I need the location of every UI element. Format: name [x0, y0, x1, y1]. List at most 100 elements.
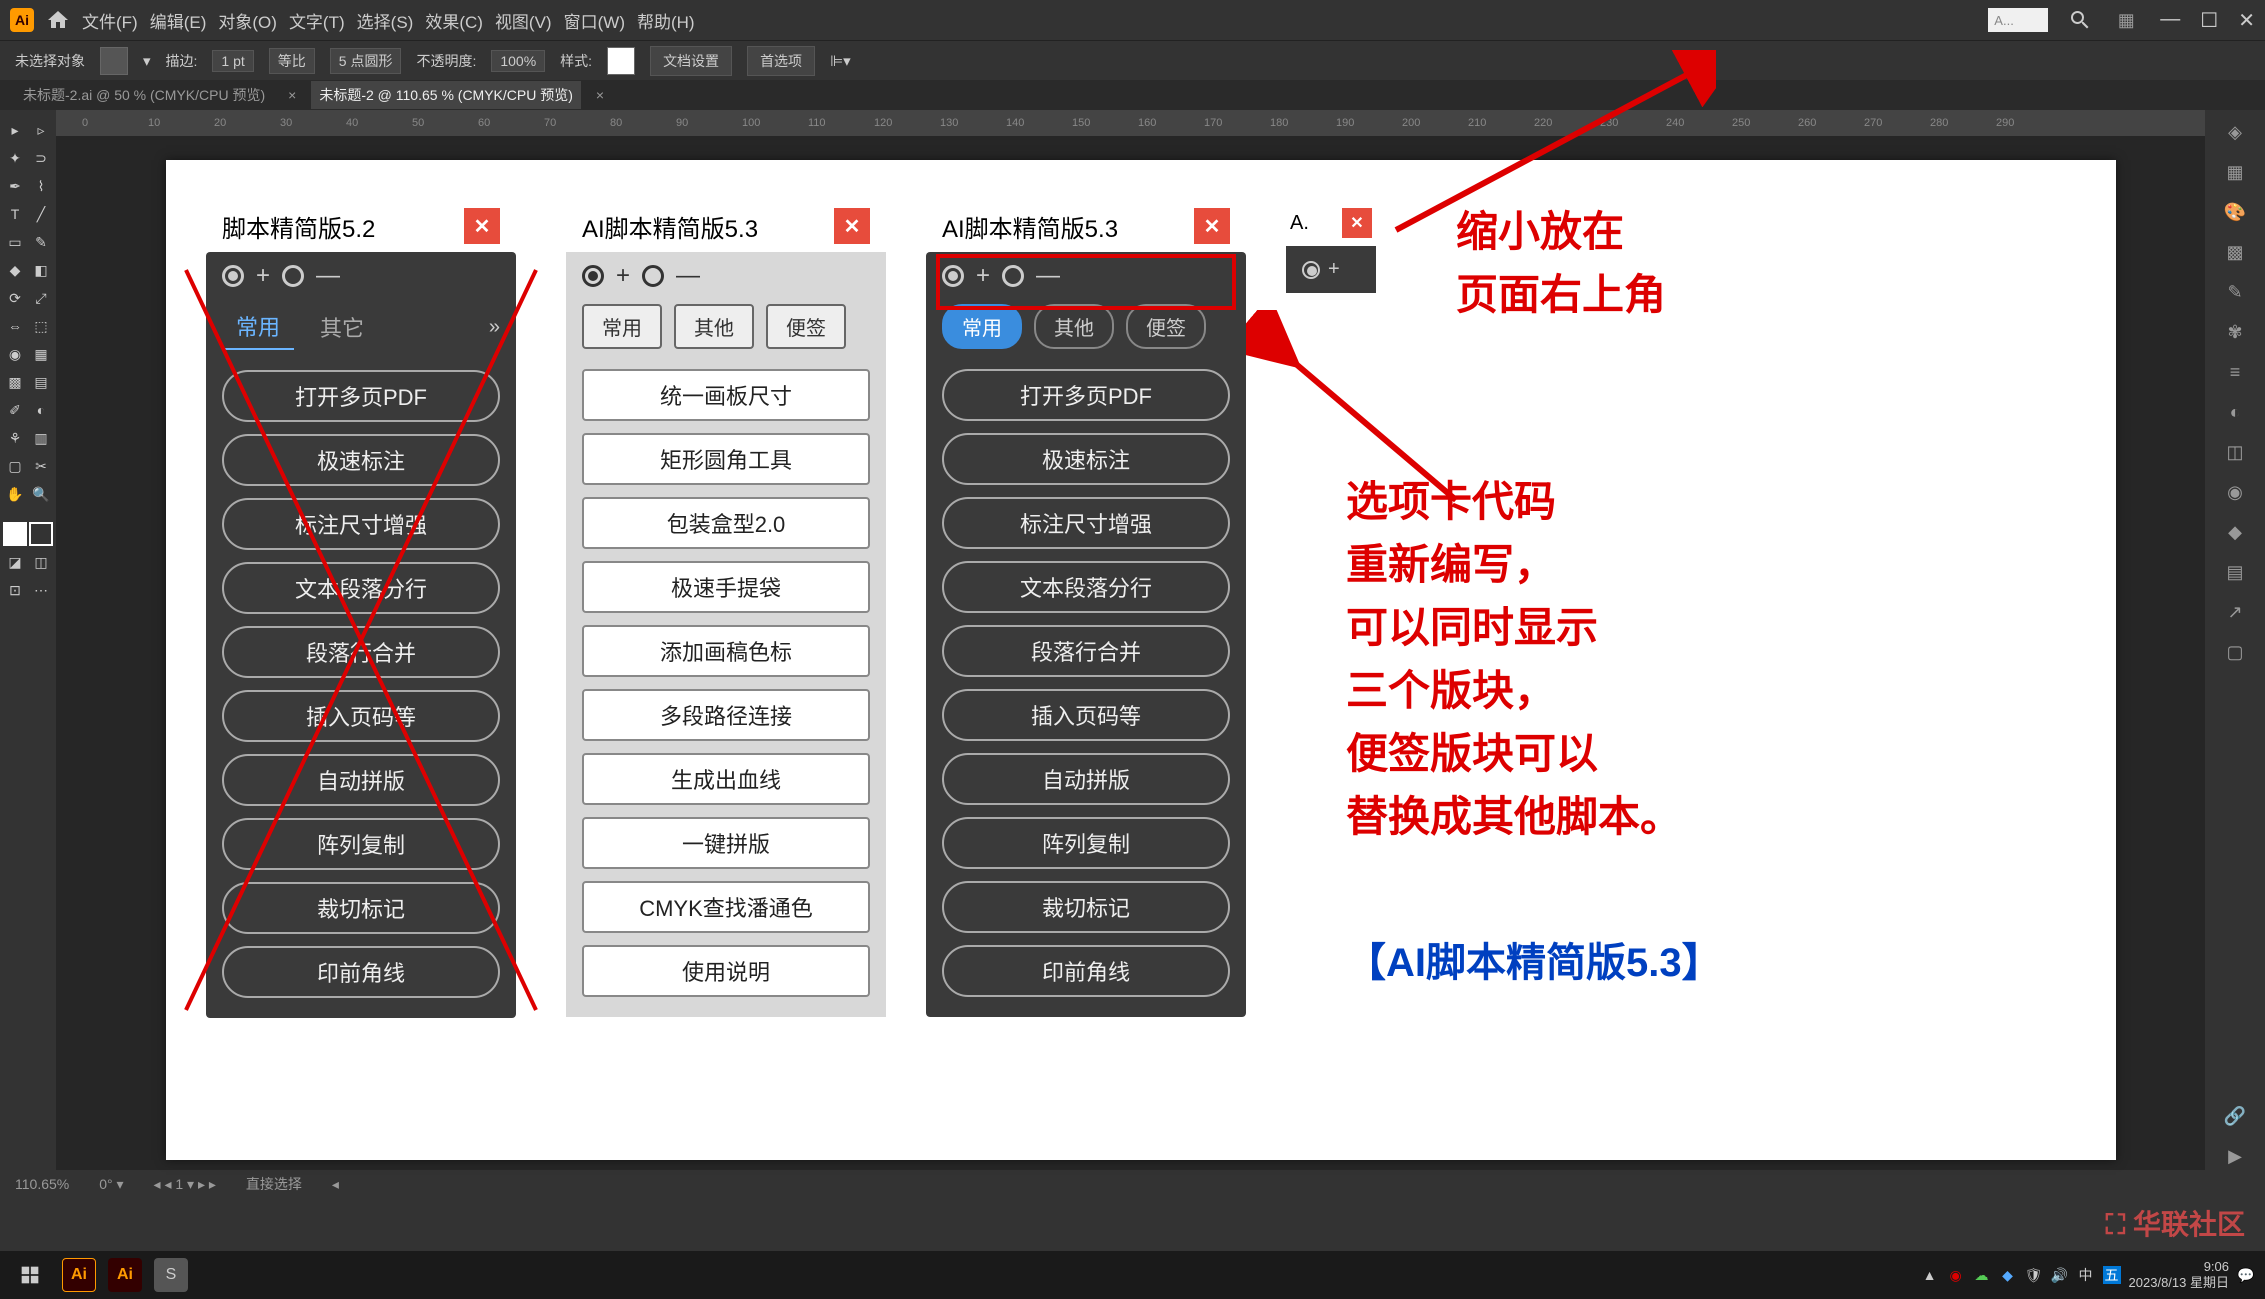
menu-window[interactable]: 窗口(W) [564, 8, 625, 33]
doc-tab-1-close[interactable]: × [288, 87, 296, 103]
links-icon[interactable]: 🔗 [2221, 1102, 2249, 1130]
doc-tab-2-close[interactable]: × [596, 87, 604, 103]
script-button[interactable]: 段落行合并 [942, 625, 1230, 677]
script-button[interactable]: 使用说明 [582, 945, 870, 997]
script-button[interactable]: 添加画稿色标 [582, 625, 870, 677]
color-mode[interactable]: ◪ [3, 550, 27, 574]
swatches-icon[interactable]: ▩ [2221, 238, 2249, 266]
script-button[interactable]: 印前角线 [222, 946, 500, 998]
notifications-icon[interactable]: 💬 [2237, 1266, 2255, 1284]
tab-common-53l[interactable]: 常用 [582, 304, 662, 349]
brushes-icon[interactable]: ✎ [2221, 278, 2249, 306]
symbol-sprayer-tool[interactable]: ⚘ [3, 426, 27, 450]
tray-icon[interactable]: ◆ [1999, 1266, 2017, 1284]
taskbar-app-ai-1[interactable]: Ai [62, 1258, 96, 1292]
script-button[interactable]: 极速手提袋 [582, 561, 870, 613]
taskbar-app-other[interactable]: S [154, 1258, 188, 1292]
tab-other-53l[interactable]: 其他 [674, 304, 754, 349]
radio-icon[interactable] [642, 265, 664, 287]
radio-icon[interactable] [222, 265, 244, 287]
doc-setup-button[interactable]: 文档设置 [650, 46, 732, 76]
tab-notes-53l[interactable]: 便签 [766, 304, 846, 349]
shape-builder-tool[interactable]: ◉ [3, 342, 27, 366]
type-tool[interactable]: T [3, 202, 27, 226]
ime-badge[interactable]: 五 [2103, 1266, 2121, 1284]
script-button[interactable]: 生成出血线 [582, 753, 870, 805]
menu-select[interactable]: 选择(S) [357, 8, 414, 33]
panel-53-dark-close[interactable]: ✕ [1194, 208, 1230, 244]
scale-tool[interactable]: ⤢ [29, 286, 53, 310]
lasso-tool[interactable]: ⊃ [29, 146, 53, 170]
radio-icon[interactable] [582, 265, 604, 287]
tray-icon[interactable]: ▲ [1921, 1266, 1939, 1284]
fill-color[interactable] [3, 522, 27, 546]
script-button[interactable]: 文本段落分行 [222, 562, 500, 614]
transparency-icon[interactable]: ◫ [2221, 438, 2249, 466]
volume-icon[interactable]: 🔊 [2051, 1266, 2069, 1284]
screen-mode[interactable]: ⊡ [3, 578, 27, 602]
paintbrush-tool[interactable]: ✎ [29, 230, 53, 254]
menu-view[interactable]: 视图(V) [495, 8, 552, 33]
script-button[interactable]: 一键拼版 [582, 817, 870, 869]
eraser-tool[interactable]: ◧ [29, 258, 53, 282]
fill-swatch[interactable] [100, 47, 128, 75]
slice-tool[interactable]: ✂ [29, 454, 53, 478]
radio-icon[interactable] [1302, 261, 1320, 279]
mesh-tool[interactable]: ▩ [3, 370, 27, 394]
preferences-button[interactable]: 首选项 [747, 46, 815, 76]
doc-tab-1[interactable]: 未标题-2.ai @ 50 % (CMYK/CPU 预览) [15, 81, 273, 109]
scroll-left[interactable]: ◂ [332, 1176, 339, 1193]
close-button[interactable]: ✕ [2238, 8, 2255, 33]
stroke-weight[interactable]: 1 pt [212, 50, 253, 72]
script-button[interactable]: 矩形圆角工具 [582, 433, 870, 485]
graphic-styles-icon[interactable]: ◆ [2221, 518, 2249, 546]
script-button[interactable]: 自动拼版 [942, 753, 1230, 805]
line-tool[interactable]: ╱ [29, 202, 53, 226]
taskbar-app-ai-2[interactable]: Ai [108, 1258, 142, 1292]
app-icon[interactable]: Ai [10, 8, 34, 32]
script-button[interactable]: 标注尺寸增强 [942, 497, 1230, 549]
chevron-right-icon[interactable]: » [489, 316, 500, 339]
script-button[interactable]: 包装盒型2.0 [582, 497, 870, 549]
artboard-nav[interactable]: ◂ ◂ 1 ▾ ▸ ▸ [154, 1176, 216, 1193]
menu-edit[interactable]: 编辑(E) [150, 8, 207, 33]
floating-panel-mini[interactable]: A... [1988, 8, 2048, 32]
brush-profile[interactable]: 5 点圆形 [330, 48, 402, 74]
script-button[interactable]: 极速标注 [222, 434, 500, 486]
align-icon[interactable]: ⊫▾ [830, 52, 851, 70]
curvature-tool[interactable]: ⌇ [29, 174, 53, 198]
maximize-button[interactable]: ☐ [2200, 8, 2218, 33]
menu-type[interactable]: 文字(T) [289, 8, 345, 33]
color-icon[interactable]: 🎨 [2221, 198, 2249, 226]
libraries-icon[interactable]: ▦ [2221, 158, 2249, 186]
tray-icon[interactable]: ☁ [1973, 1266, 1991, 1284]
canvas-area[interactable]: 0102030405060708090100110120130140150160… [56, 110, 2205, 1170]
script-button[interactable]: 段落行合并 [222, 626, 500, 678]
tab-common-52[interactable]: 常用 [222, 304, 294, 350]
pen-tool[interactable]: ✒ [3, 174, 27, 198]
artboards-icon[interactable]: ▢ [2221, 638, 2249, 666]
start-button[interactable] [10, 1255, 50, 1295]
panel-mini-close[interactable]: ✕ [1342, 208, 1372, 238]
home-icon[interactable] [46, 8, 70, 32]
menu-help[interactable]: 帮助(H) [637, 8, 695, 33]
stroke-uniform[interactable]: 等比 [269, 48, 315, 74]
direct-selection-tool[interactable]: ▹ [29, 118, 53, 142]
panel-53-light-close[interactable]: ✕ [834, 208, 870, 244]
script-button[interactable]: 阵列复制 [942, 817, 1230, 869]
zoom-tool[interactable]: 🔍 [29, 482, 53, 506]
symbols-icon[interactable]: ✾ [2221, 318, 2249, 346]
script-button[interactable]: 标注尺寸增强 [222, 498, 500, 550]
script-button[interactable]: 自动拼版 [222, 754, 500, 806]
style-swatch[interactable] [607, 47, 635, 75]
rectangle-tool[interactable]: ▭ [3, 230, 27, 254]
layers-icon[interactable]: ▤ [2221, 558, 2249, 586]
script-button[interactable]: 打开多页PDF [222, 370, 500, 422]
stroke-color[interactable] [29, 522, 53, 546]
script-button[interactable]: 阵列复制 [222, 818, 500, 870]
script-button[interactable]: 多段路径连接 [582, 689, 870, 741]
script-button[interactable]: 插入页码等 [222, 690, 500, 742]
shaper-tool[interactable]: ◆ [3, 258, 27, 282]
column-graph-tool[interactable]: ▥ [29, 426, 53, 450]
edit-toolbar[interactable]: ⋯ [29, 578, 53, 602]
